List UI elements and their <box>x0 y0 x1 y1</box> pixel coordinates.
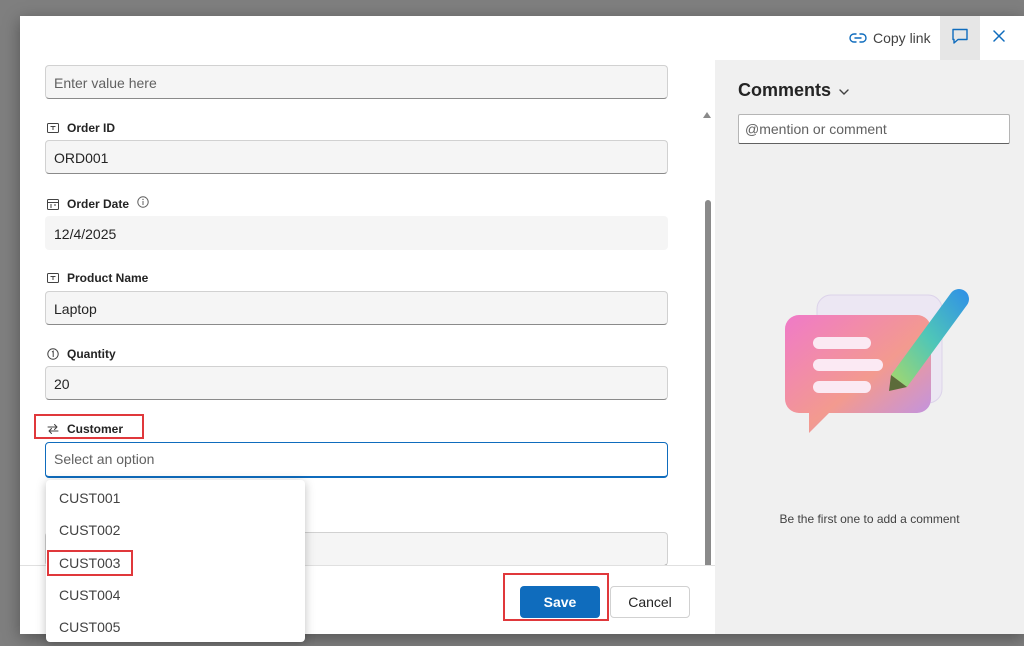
customer-label: Customer <box>47 422 123 436</box>
scroll-up-icon[interactable] <box>703 112 711 118</box>
dropdown-option[interactable]: CUST003 <box>46 547 305 579</box>
order-id-label-text: Order ID <box>67 121 116 135</box>
comment-icon <box>951 27 969 50</box>
panel-header: Copy link <box>20 16 1024 60</box>
order-date-label-text: Order Date <box>67 196 130 211</box>
form-scrollbar[interactable] <box>702 112 714 565</box>
copy-link-label: Copy link <box>873 30 931 46</box>
scroll-thumb[interactable] <box>705 200 711 565</box>
text-field-icon <box>47 272 59 284</box>
order-id-label: Order ID <box>47 121 115 135</box>
save-button[interactable]: Save <box>520 586 600 618</box>
comments-pane: Comments @mention or comment Be the firs… <box>715 60 1024 634</box>
product-name-input[interactable]: Laptop <box>45 291 668 325</box>
comments-toggle-button[interactable] <box>940 16 980 60</box>
dropdown-option[interactable]: CUST001 <box>46 482 305 514</box>
comments-title: Comments <box>738 80 832 100</box>
dropdown-option[interactable]: CUST005 <box>46 611 305 643</box>
lookup-arrows-icon <box>47 423 59 435</box>
quantity-input[interactable]: 20 <box>45 366 668 400</box>
comments-empty-state: Be the first one to add a comment <box>779 512 960 526</box>
customer-options-dropdown: CUST001 CUST002 CUST003 CUST004 CUST005 <box>46 480 305 642</box>
info-icon[interactable] <box>137 196 149 211</box>
order-date-value: 12/4/2025 <box>45 216 668 250</box>
link-icon <box>849 32 867 44</box>
close-icon <box>993 29 1005 47</box>
close-button[interactable] <box>984 16 1014 60</box>
number-icon <box>47 348 59 360</box>
quantity-label-text: Quantity <box>67 347 116 361</box>
calendar-icon <box>47 198 59 210</box>
order-id-input[interactable]: ORD001 <box>45 140 668 174</box>
chevron-down-icon[interactable] <box>839 80 849 101</box>
text-field-icon <box>47 122 59 134</box>
customer-lookup-input[interactable]: Select an option <box>45 442 668 478</box>
dropdown-option[interactable]: CUST002 <box>46 514 305 546</box>
cancel-button[interactable]: Cancel <box>610 586 690 618</box>
text-input-field[interactable]: Enter value here <box>45 65 668 99</box>
product-name-label-text: Product Name <box>67 271 149 285</box>
dropdown-option[interactable]: CUST004 <box>46 579 305 611</box>
product-name-label: Product Name <box>47 271 148 285</box>
comments-illustration <box>773 275 973 465</box>
order-date-label: Order Date <box>47 196 149 211</box>
comments-header[interactable]: Comments <box>738 80 849 101</box>
customer-label-text: Customer <box>67 422 124 436</box>
copy-link-button[interactable]: Copy link <box>849 28 931 48</box>
quantity-label: Quantity <box>47 347 116 361</box>
comment-input[interactable]: @mention or comment <box>738 114 1010 144</box>
